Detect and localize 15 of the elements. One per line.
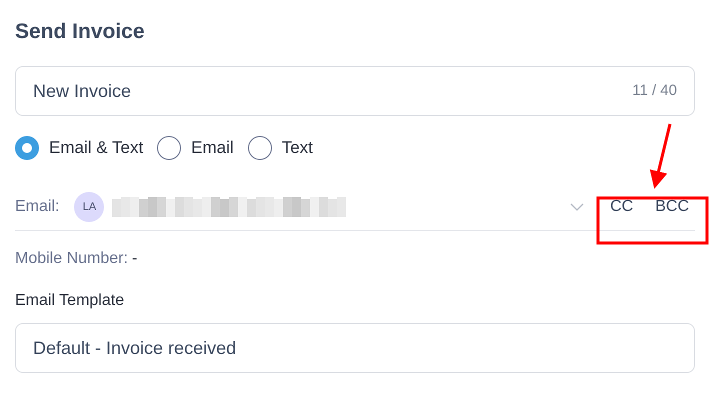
radio-option[interactable]: Email & Text (15, 136, 144, 160)
avatar: LA (74, 192, 104, 222)
mobile-label: Mobile Number: (15, 249, 128, 269)
radio-option[interactable]: Text (248, 136, 313, 160)
mobile-value: - (132, 249, 138, 269)
template-label: Email Template (15, 291, 124, 311)
radio-option[interactable]: Email (157, 136, 234, 160)
chevron-down-icon[interactable] (570, 203, 584, 211)
template-field[interactable]: Default - Invoice received (15, 323, 695, 373)
annotation-arrow (650, 124, 672, 189)
form-title: Send Invoice (15, 19, 145, 45)
character-counter: 11 / 40 (632, 81, 677, 101)
cc-link[interactable]: CC (606, 196, 638, 218)
bcc-link[interactable]: BCC (651, 196, 693, 218)
email-label: Email: (15, 197, 60, 217)
